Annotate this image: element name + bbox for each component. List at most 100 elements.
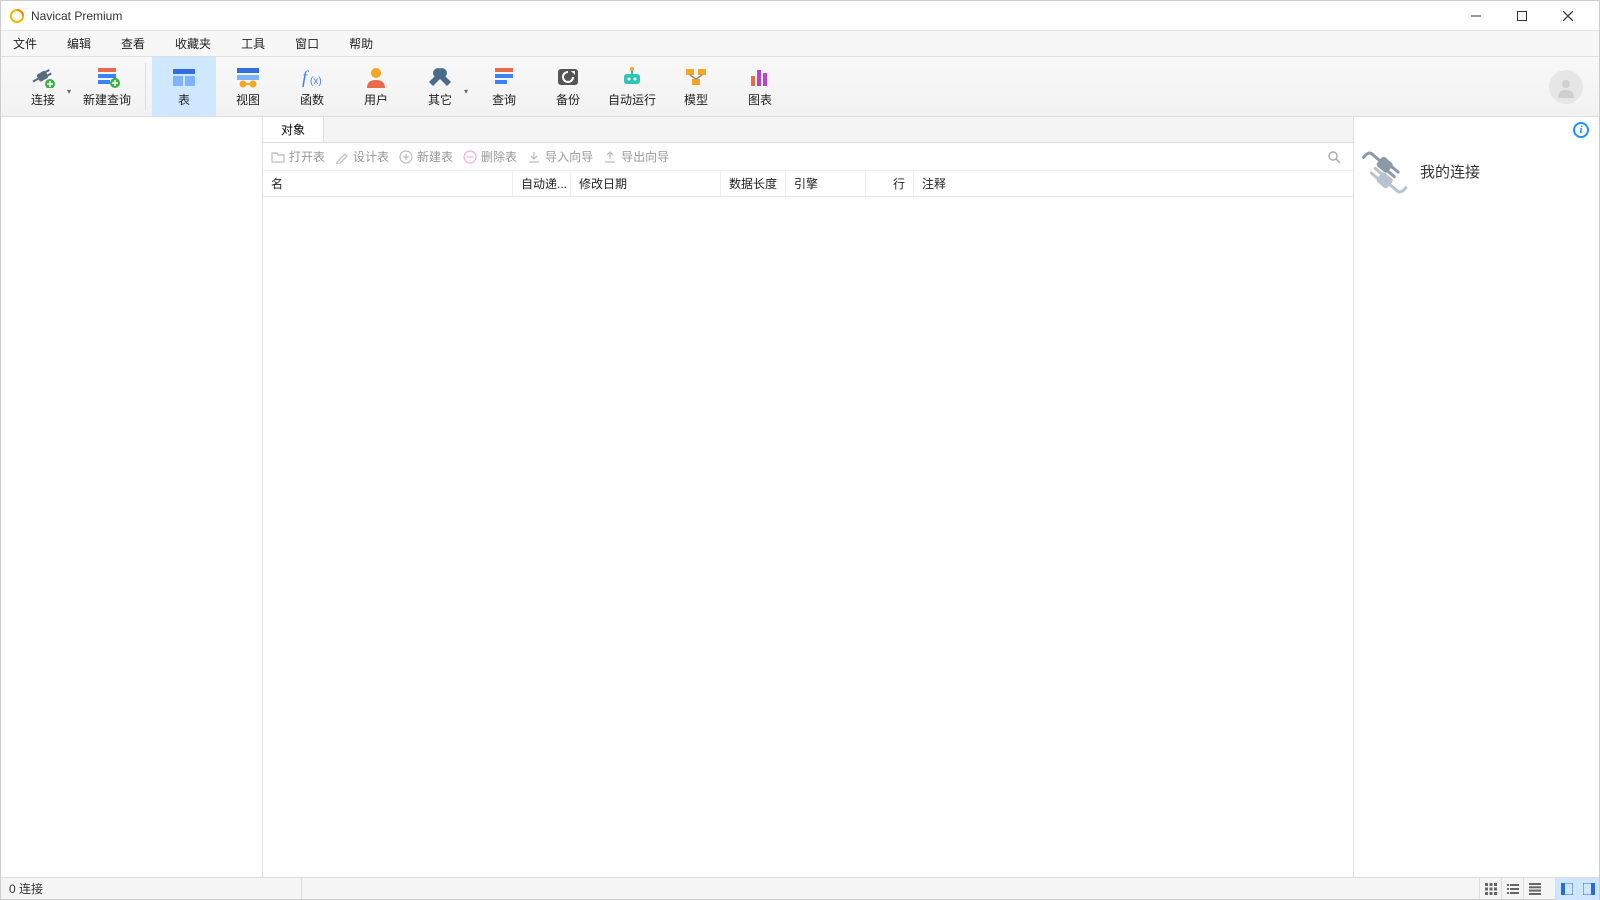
column-header-data-length[interactable]: 数据长度: [721, 171, 786, 196]
menu-bar: 文件 编辑 查看 收藏夹 工具 窗口 帮助: [1, 31, 1599, 57]
view-icon: [235, 66, 261, 88]
object-sub-toolbar: 打开表 设计表 新建表 删除表 导入向导 导出向导: [263, 143, 1353, 171]
my-connections-title: 我的连接: [1420, 161, 1480, 182]
column-header-modify-date[interactable]: 修改日期: [571, 171, 721, 196]
minus-circle-icon: [463, 150, 477, 164]
toolbar-backup-button[interactable]: 备份: [536, 57, 600, 116]
toolbar-function-button[interactable]: f(x) 函数: [280, 57, 344, 116]
svg-text:(x): (x): [310, 76, 322, 87]
toolbar-function-label: 函数: [300, 91, 324, 108]
title-bar: Navicat Premium: [1, 1, 1599, 31]
column-header-name[interactable]: 名: [263, 171, 513, 196]
search-icon: [1327, 150, 1341, 164]
close-button[interactable]: [1545, 1, 1591, 31]
user-avatar-button[interactable]: [1549, 70, 1583, 104]
toolbar-new-query-label: 新建查询: [83, 91, 131, 108]
toolbar-other-label: 其它: [428, 91, 452, 108]
menu-tools[interactable]: 工具: [235, 33, 271, 54]
menu-file[interactable]: 文件: [7, 33, 43, 54]
dropdown-caret-icon: ▾: [67, 87, 71, 96]
export-wizard-label: 导出向导: [621, 148, 669, 165]
toolbar-user-label: 用户: [364, 91, 388, 108]
folder-open-icon: [271, 150, 285, 164]
column-header-comment[interactable]: 注释: [914, 171, 1044, 196]
main-toolbar: 连接 ▾ 新建查询 表 视图 f(x) 函数 用户 其它 ▾ 查询 备份 自动运…: [1, 57, 1599, 117]
center-panel: 对象 打开表 设计表 新建表 删除表 导入向导: [263, 117, 1354, 877]
toolbar-connection-button[interactable]: 连接 ▾: [11, 57, 75, 116]
object-tabs: 对象: [263, 117, 1353, 143]
my-connections-section: 我的连接: [1354, 143, 1599, 195]
delete-table-button[interactable]: 删除表: [463, 148, 517, 165]
backup-icon: [555, 66, 581, 88]
info-icon[interactable]: i: [1573, 122, 1589, 138]
menu-edit[interactable]: 编辑: [61, 33, 97, 54]
toolbar-table-button[interactable]: 表: [152, 57, 216, 116]
column-header-engine[interactable]: 引擎: [786, 171, 866, 196]
toolbar-chart-label: 图表: [748, 91, 772, 108]
dropdown-caret-icon: ▾: [464, 87, 468, 96]
design-table-label: 设计表: [353, 148, 389, 165]
new-query-icon: [94, 66, 120, 88]
toolbar-new-query-button[interactable]: 新建查询: [75, 57, 139, 116]
toolbar-model-label: 模型: [684, 91, 708, 108]
minimize-button[interactable]: [1453, 1, 1499, 31]
delete-table-label: 删除表: [481, 148, 517, 165]
open-table-label: 打开表: [289, 148, 325, 165]
panel-toggle-left-button[interactable]: [1555, 878, 1577, 900]
status-bar: 0 连接: [1, 877, 1599, 899]
table-grid-body[interactable]: [263, 197, 1353, 877]
menu-window[interactable]: 窗口: [289, 33, 325, 54]
toolbar-connection-label: 连接: [31, 91, 55, 108]
toolbar-view-label: 视图: [236, 91, 260, 108]
open-table-button[interactable]: 打开表: [271, 148, 325, 165]
toolbar-chart-button[interactable]: 图表: [728, 57, 792, 116]
new-table-button[interactable]: 新建表: [399, 148, 453, 165]
status-connection-count: 0 连接: [1, 878, 301, 899]
function-icon: f(x): [299, 66, 325, 88]
new-table-label: 新建表: [417, 148, 453, 165]
menu-favorites[interactable]: 收藏夹: [169, 33, 217, 54]
toolbar-query-button[interactable]: 查询: [472, 57, 536, 116]
plug-icon: [30, 66, 56, 88]
avatar-icon: [1555, 76, 1577, 98]
import-wizard-button[interactable]: 导入向导: [527, 148, 593, 165]
design-table-button[interactable]: 设计表: [335, 148, 389, 165]
info-panel: i 我的连接: [1354, 117, 1599, 877]
tab-objects-label: 对象: [281, 121, 305, 138]
export-wizard-button[interactable]: 导出向导: [603, 148, 669, 165]
panel-toggle-right-button[interactable]: [1577, 878, 1599, 900]
table-icon: [171, 66, 197, 88]
toolbar-other-button[interactable]: 其它 ▾: [408, 57, 472, 116]
view-mode-detail-button[interactable]: [1523, 878, 1545, 900]
menu-help[interactable]: 帮助: [343, 33, 379, 54]
column-header-rows[interactable]: 行: [866, 171, 914, 196]
menu-view[interactable]: 查看: [115, 33, 151, 54]
wrench-icon: [427, 66, 453, 88]
toolbar-table-label: 表: [178, 91, 190, 108]
model-icon: [683, 66, 709, 88]
main-area: 对象 打开表 设计表 新建表 删除表 导入向导: [1, 117, 1599, 877]
table-grid-header: 名 自动递... 修改日期 数据长度 引擎 行 注释: [263, 171, 1353, 197]
app-logo-icon: [9, 8, 25, 24]
toolbar-user-button[interactable]: 用户: [344, 57, 408, 116]
connection-tree-panel[interactable]: [1, 117, 263, 877]
toolbar-view-button[interactable]: 视图: [216, 57, 280, 116]
export-icon: [603, 150, 617, 164]
import-wizard-label: 导入向导: [545, 148, 593, 165]
user-icon: [363, 66, 389, 88]
toolbar-backup-label: 备份: [556, 91, 580, 108]
toolbar-query-label: 查询: [492, 91, 516, 108]
view-mode-grid-button[interactable]: [1479, 878, 1501, 900]
toolbar-autorun-button[interactable]: 自动运行: [600, 57, 664, 116]
search-button[interactable]: [1327, 150, 1345, 164]
toolbar-autorun-label: 自动运行: [608, 91, 656, 108]
view-mode-list-button[interactable]: [1501, 878, 1523, 900]
chart-icon: [747, 66, 773, 88]
toolbar-model-button[interactable]: 模型: [664, 57, 728, 116]
tab-objects[interactable]: 对象: [263, 117, 324, 142]
connection-plug-icon: [1362, 147, 1410, 195]
maximize-button[interactable]: [1499, 1, 1545, 31]
pencil-icon: [335, 150, 349, 164]
column-header-auto-increment[interactable]: 自动递...: [513, 171, 571, 196]
info-panel-header: i: [1354, 117, 1599, 143]
